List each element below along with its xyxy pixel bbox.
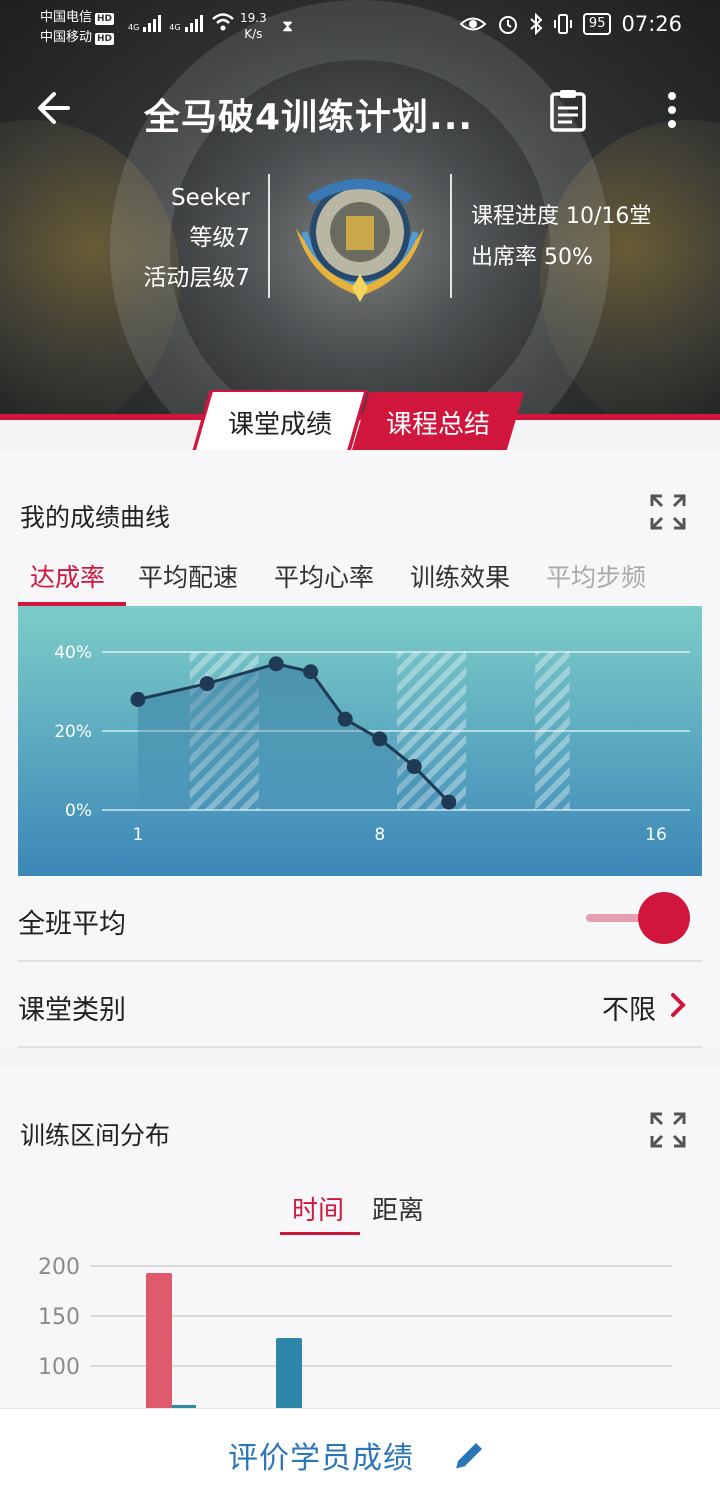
- data-point[interactable]: [441, 794, 457, 810]
- hd-badge: HD: [95, 13, 115, 25]
- score-line-chart: 0% 20% 40% 1 8 16: [18, 606, 702, 876]
- metric-tab[interactable]: 平均心率: [274, 558, 374, 594]
- zone-toggle-distance[interactable]: 距离: [372, 1190, 424, 1227]
- app-screen: 中国电信 HD 中国移动 HD 4G 4G 19.3 K/s ⧗ 95 07:26 全…: [0, 0, 720, 1496]
- class-average-row: 全班平均: [18, 878, 702, 962]
- profile-info: Seeker 等级7 活动层级7: [143, 178, 250, 298]
- class-type-row[interactable]: 课堂类别 不限: [18, 964, 702, 1048]
- y-tick-label: 200: [38, 1255, 80, 1280]
- data-point[interactable]: [303, 664, 319, 680]
- page-title: 全马破4训练计划...: [144, 97, 474, 138]
- metric-tabs: 达成率 平均配速 平均心率 训练效果 平均步频: [18, 556, 718, 606]
- vibrate-icon: [553, 14, 572, 34]
- divider: [268, 174, 270, 298]
- zone-toggle-indicator: [280, 1232, 360, 1235]
- top-bar: 全马破4训练计划...: [0, 70, 720, 154]
- data-point[interactable]: [406, 759, 422, 775]
- alarm-icon: [498, 16, 517, 34]
- class-average-label: 全班平均: [18, 909, 126, 940]
- tab-class-score[interactable]: 课堂成绩: [196, 392, 364, 450]
- class-type-value: 不限: [602, 995, 656, 1026]
- clipboard-icon[interactable]: [548, 88, 588, 132]
- signal-icon: 4G 4G: [128, 12, 235, 32]
- class-type-label: 课堂类别: [18, 995, 126, 1026]
- pencil-icon[interactable]: [452, 1439, 486, 1473]
- evaluate-button[interactable]: 评价学员成绩: [228, 1433, 414, 1477]
- course-badge-icon: [296, 179, 424, 302]
- eye-icon: [459, 17, 487, 31]
- zone-bar[interactable]: [146, 1273, 172, 1420]
- divider: [450, 174, 452, 298]
- chevron-right-icon: [671, 993, 686, 1017]
- hatched-column: [431, 652, 467, 810]
- activity-level: 活动层级7: [143, 265, 250, 291]
- metric-tab[interactable]: 训练效果: [410, 558, 510, 594]
- hatched-column: [535, 652, 570, 810]
- user-name: Seeker: [170, 185, 250, 211]
- zone-bar-chart: 200 150 100: [38, 1255, 672, 1420]
- y-tick-label: 40%: [54, 643, 92, 663]
- user-level: 等级7: [189, 225, 250, 251]
- course-stats: 课程进度 10/16堂 出席率 50%: [471, 196, 651, 278]
- data-point[interactable]: [337, 711, 353, 727]
- divider: [18, 960, 702, 962]
- more-options-icon[interactable]: [660, 90, 684, 130]
- tab-bar: 课堂成绩 课程总结: [0, 390, 720, 452]
- y-tick-label: 20%: [54, 722, 92, 742]
- data-point[interactable]: [372, 731, 388, 747]
- metric-tab[interactable]: 平均步频: [546, 558, 646, 594]
- divider: [18, 1046, 702, 1048]
- data-point[interactable]: [130, 691, 146, 707]
- data-point[interactable]: [199, 676, 215, 692]
- status-bar: 中国电信 HD 中国移动 HD 4G 4G 19.3 K/s ⧗ 95 07:26: [0, 0, 720, 54]
- y-tick-label: 150: [38, 1305, 80, 1330]
- attendance-rate: 出席率 50%: [471, 245, 593, 270]
- y-tick-label: 0%: [65, 801, 92, 821]
- wifi-icon: [211, 13, 234, 31]
- carrier-info: 中国电信 HD 中国移动 HD: [40, 8, 115, 48]
- back-arrow-icon[interactable]: [34, 86, 78, 130]
- x-tick-label: 1: [133, 825, 144, 845]
- clock: 07:26: [621, 12, 682, 36]
- x-tick-label: 8: [374, 825, 385, 845]
- carrier-2: 中国移动: [40, 30, 93, 45]
- footer-bar: 评价学员成绩: [0, 1408, 720, 1496]
- bluetooth-icon: [530, 13, 543, 35]
- tab-course-summary[interactable]: 课程总结: [352, 392, 524, 450]
- y-tick-label: 100: [38, 1355, 80, 1380]
- x-tick-label: 16: [645, 825, 667, 845]
- network-speed: 19.3 K/s: [240, 11, 267, 41]
- score-curve-title: 我的成绩曲线: [20, 503, 171, 532]
- hourglass-icon: ⧗: [282, 16, 294, 35]
- metric-tab[interactable]: 平均配速: [138, 558, 238, 594]
- hd-badge: HD: [95, 33, 115, 45]
- expand-icon[interactable]: [648, 1110, 688, 1150]
- zone-toggle-time[interactable]: 时间: [292, 1190, 344, 1227]
- expand-icon[interactable]: [648, 492, 688, 532]
- class-average-toggle[interactable]: [638, 892, 690, 944]
- zone-title: 训练区间分布: [20, 1121, 171, 1150]
- carrier-1: 中国电信: [40, 10, 93, 25]
- data-point[interactable]: [268, 656, 284, 672]
- course-progress: 课程进度 10/16堂: [471, 204, 652, 229]
- metric-tab[interactable]: 达成率: [30, 558, 105, 594]
- battery-icon: 95: [582, 13, 612, 35]
